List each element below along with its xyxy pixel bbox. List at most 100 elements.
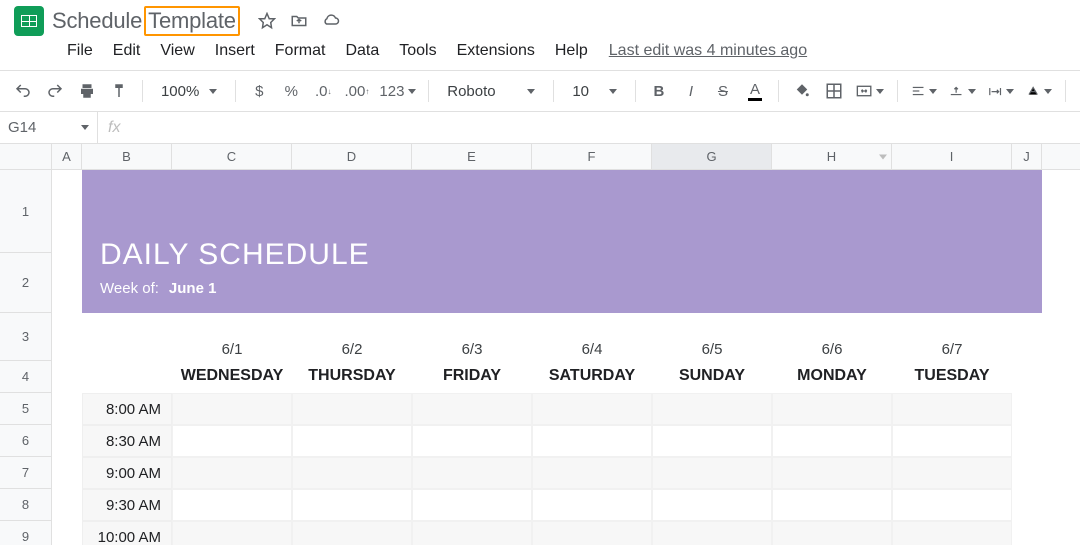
slot-cell[interactable] xyxy=(892,393,1012,425)
column-header-E[interactable]: E xyxy=(412,144,532,169)
slot-cell[interactable] xyxy=(652,457,772,489)
slot-cell[interactable] xyxy=(532,457,652,489)
column-header-F[interactable]: F xyxy=(532,144,652,169)
row-header-7[interactable]: 7 xyxy=(0,457,52,489)
slot-cell[interactable] xyxy=(772,489,892,521)
text-rotation-dropdown[interactable] xyxy=(1023,77,1055,105)
menu-format[interactable]: Format xyxy=(266,38,335,64)
name-box[interactable]: G14 xyxy=(0,112,98,143)
title-bar: Schedule Template xyxy=(0,0,1080,36)
slot-cell[interactable] xyxy=(412,489,532,521)
column-header-H[interactable]: H xyxy=(772,144,892,169)
slot-cell[interactable] xyxy=(292,457,412,489)
text-wrap-dropdown[interactable] xyxy=(985,77,1017,105)
slot-cell[interactable] xyxy=(172,425,292,457)
sheets-logo[interactable] xyxy=(10,2,48,40)
slot-cell[interactable] xyxy=(772,393,892,425)
merge-cells-dropdown[interactable] xyxy=(853,77,887,105)
font-dropdown[interactable]: Roboto xyxy=(439,77,543,105)
row-header-3[interactable]: 3 xyxy=(0,313,52,361)
formula-input[interactable] xyxy=(130,112,1080,143)
horizontal-align-dropdown[interactable] xyxy=(908,77,940,105)
text-color-button[interactable]: A xyxy=(742,77,768,105)
slot-cell[interactable] xyxy=(532,489,652,521)
slot-cell[interactable] xyxy=(652,489,772,521)
column-header-A[interactable]: A xyxy=(52,144,82,169)
slot-cell[interactable] xyxy=(652,521,772,545)
slot-cell[interactable] xyxy=(532,393,652,425)
italic-button[interactable]: I xyxy=(678,77,704,105)
slot-cell[interactable] xyxy=(652,393,772,425)
column-header-C[interactable]: C xyxy=(172,144,292,169)
borders-button[interactable] xyxy=(821,77,847,105)
bold-button[interactable]: B xyxy=(646,77,672,105)
select-all-corner[interactable] xyxy=(0,144,52,170)
menu-view[interactable]: View xyxy=(151,38,203,64)
menu-help[interactable]: Help xyxy=(546,38,597,64)
row-header-2[interactable]: 2 xyxy=(0,253,52,313)
row-header-4[interactable]: 4 xyxy=(0,361,52,393)
slot-cell[interactable] xyxy=(292,425,412,457)
column-header-J[interactable]: J xyxy=(1012,144,1042,169)
slot-cell[interactable] xyxy=(892,425,1012,457)
more-formats-dropdown[interactable]: 123 xyxy=(378,77,419,105)
row-header-6[interactable]: 6 xyxy=(0,425,52,457)
row-header-5[interactable]: 5 xyxy=(0,393,52,425)
menu-tools[interactable]: Tools xyxy=(390,38,445,64)
row-header-1[interactable]: 1 xyxy=(0,170,52,253)
column-header-G[interactable]: G xyxy=(652,144,772,169)
slot-cell[interactable] xyxy=(292,489,412,521)
doc-title-part-2-highlighted[interactable]: Template xyxy=(144,6,240,36)
slot-cell[interactable] xyxy=(532,521,652,545)
increase-decimals-button[interactable]: .00↑ xyxy=(342,77,371,105)
redo-button[interactable] xyxy=(42,77,68,105)
print-button[interactable] xyxy=(74,77,100,105)
row-headers[interactable]: 123456789 xyxy=(0,170,52,545)
slot-cell[interactable] xyxy=(532,425,652,457)
move-folder-icon[interactable] xyxy=(290,12,308,30)
doc-title[interactable]: Schedule Template xyxy=(48,6,240,36)
paint-format-button[interactable] xyxy=(106,77,132,105)
column-header-D[interactable]: D xyxy=(292,144,412,169)
format-percent-button[interactable]: % xyxy=(278,77,304,105)
last-edit-link[interactable]: Last edit was 4 minutes ago xyxy=(609,42,807,60)
row-header-8[interactable]: 8 xyxy=(0,489,52,521)
decrease-decimals-button[interactable]: .0↓ xyxy=(310,77,336,105)
vertical-align-dropdown[interactable] xyxy=(946,77,978,105)
row-header-9[interactable]: 9 xyxy=(0,521,52,545)
strikethrough-button[interactable]: S xyxy=(710,77,736,105)
spreadsheet-grid[interactable]: ABCDEFGHIJ 123456789 DAILY SCHEDULEWeek … xyxy=(0,144,1080,545)
slot-cell[interactable] xyxy=(772,521,892,545)
slot-cell[interactable] xyxy=(292,393,412,425)
slot-cell[interactable] xyxy=(412,425,532,457)
menu-extensions[interactable]: Extensions xyxy=(448,38,544,64)
menu-edit[interactable]: Edit xyxy=(104,38,150,64)
slot-cell[interactable] xyxy=(652,425,772,457)
menu-file[interactable]: File xyxy=(58,38,102,64)
font-size-dropdown[interactable]: 10 xyxy=(564,77,625,105)
star-icon[interactable] xyxy=(258,12,276,30)
undo-button[interactable] xyxy=(10,77,36,105)
slot-cell[interactable] xyxy=(412,457,532,489)
slot-cell[interactable] xyxy=(772,425,892,457)
slot-cell[interactable] xyxy=(172,521,292,545)
slot-cell[interactable] xyxy=(172,393,292,425)
doc-title-part-1[interactable]: Schedule xyxy=(48,6,146,36)
zoom-dropdown[interactable]: 100% xyxy=(153,77,225,105)
slot-cell[interactable] xyxy=(892,457,1012,489)
slot-cell[interactable] xyxy=(772,457,892,489)
slot-cell[interactable] xyxy=(892,521,1012,545)
column-header-I[interactable]: I xyxy=(892,144,1012,169)
menu-data[interactable]: Data xyxy=(336,38,388,64)
cloud-status-icon[interactable] xyxy=(322,12,340,30)
fill-color-button[interactable] xyxy=(789,77,815,105)
slot-cell[interactable] xyxy=(892,489,1012,521)
slot-cell[interactable] xyxy=(172,457,292,489)
slot-cell[interactable] xyxy=(412,521,532,545)
column-header-B[interactable]: B xyxy=(82,144,172,169)
slot-cell[interactable] xyxy=(292,521,412,545)
slot-cell[interactable] xyxy=(412,393,532,425)
menu-insert[interactable]: Insert xyxy=(206,38,264,64)
slot-cell[interactable] xyxy=(172,489,292,521)
format-currency-button[interactable]: $ xyxy=(246,77,272,105)
